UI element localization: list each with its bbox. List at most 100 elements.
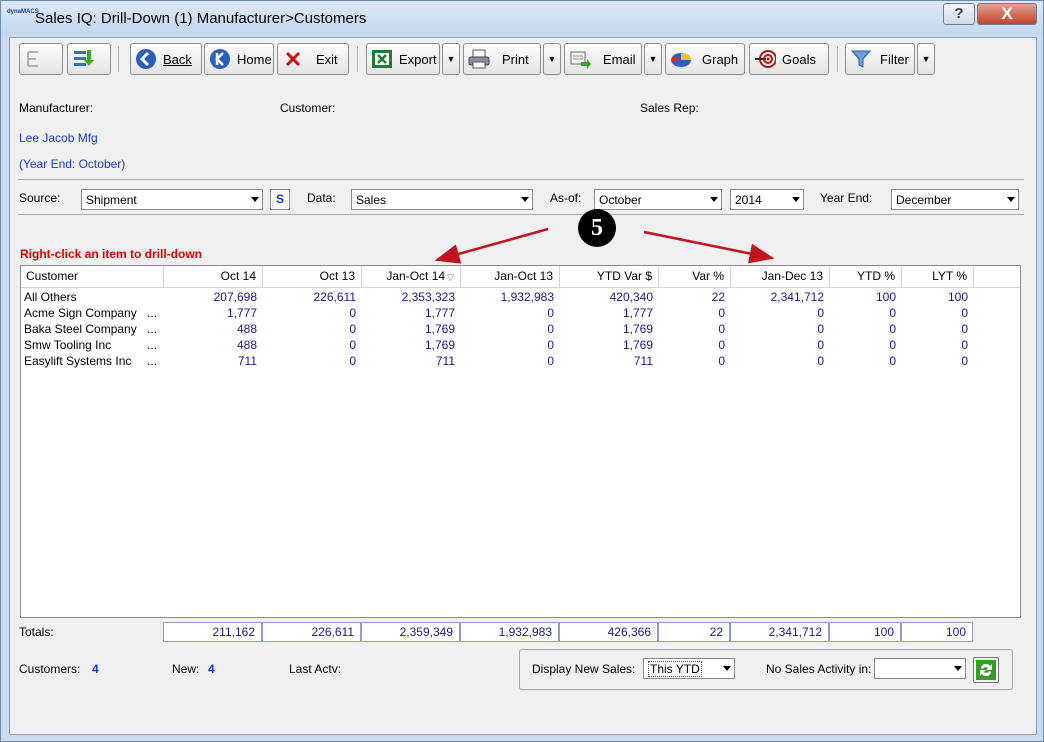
excel-icon	[371, 48, 393, 70]
value-cell: 1,777	[622, 306, 653, 320]
value-cell: 488	[236, 338, 257, 352]
refresh-button[interactable]	[973, 657, 999, 683]
s-button[interactable]: S	[270, 189, 290, 210]
chevron-down-icon	[251, 197, 259, 202]
col-header-jan-oct-14-text: Jan-Oct 14	[386, 269, 446, 283]
total-cell: 22	[658, 622, 730, 642]
value-cell: 2,353,323	[401, 290, 455, 304]
drill-down-icon	[72, 48, 94, 70]
col-header-jan-oct-13[interactable]: Jan-Oct 13	[461, 266, 560, 287]
email-dropdown[interactable]: ▼	[644, 43, 662, 75]
divider	[18, 214, 1024, 215]
col-header-ytd-var[interactable]: YTD Var $	[560, 266, 659, 287]
data-select[interactable]: Sales	[351, 189, 533, 210]
close-window-button[interactable]: X	[977, 3, 1037, 25]
email-icon	[569, 48, 591, 70]
grid-header: Customer Oct 14 Oct 13 Jan-Oct 14 ▽ Jan-O…	[21, 266, 1020, 288]
col-header-customer[interactable]: Customer	[21, 266, 164, 287]
graph-button[interactable]: Graph	[665, 43, 745, 75]
value-cell: 0	[817, 338, 824, 352]
total-cell: 100	[901, 622, 973, 642]
col-header-oct13[interactable]: Oct 13	[263, 266, 362, 287]
customer-name-cell: Smw Tooling Inc	[24, 338, 112, 352]
col-header-jan-dec-13[interactable]: Jan-Dec 13	[731, 266, 830, 287]
value-cell: 0	[961, 354, 968, 368]
help-button[interactable]: ?	[943, 3, 975, 25]
tree-icon	[24, 48, 46, 70]
refresh-icon	[976, 660, 996, 680]
toolbar: Back Home Exit Export ▼ Print ▼ Email ▼ …	[10, 38, 1036, 82]
funnel-icon	[850, 48, 872, 70]
filter-button[interactable]: Filter	[845, 43, 915, 75]
graph-label: Graph	[702, 51, 739, 67]
client-area: Back Home Exit Export ▼ Print ▼ Email ▼ …	[9, 37, 1037, 735]
value-cell: 1,769	[424, 322, 455, 336]
year-end-select[interactable]: December	[891, 189, 1019, 210]
back-button[interactable]: Back	[130, 43, 202, 75]
back-label: Back	[163, 51, 192, 67]
no-sales-activity-select[interactable]	[874, 658, 966, 679]
col-header-oct14[interactable]: Oct 14	[164, 266, 263, 287]
asof-year-select[interactable]: 2014	[730, 189, 804, 210]
last-actv-label: Last Actv:	[289, 662, 342, 676]
toolbar-separator	[357, 46, 358, 72]
print-dropdown[interactable]: ▼	[543, 43, 561, 75]
value-cell: 0	[889, 338, 896, 352]
customer-detail-ellipsis[interactable]: ...	[147, 305, 165, 321]
exit-label: Exit	[316, 51, 338, 67]
filter-dropdown[interactable]: ▼	[917, 43, 935, 75]
total-cell: 1,932,983	[460, 622, 559, 642]
sales-rep-label: Sales Rep:	[640, 101, 699, 115]
customer-detail-ellipsis[interactable]: ...	[147, 321, 165, 337]
customer-grid[interactable]: Customer Oct 14 Oct 13 Jan-Oct 14 ▽ Jan-O…	[20, 265, 1021, 618]
home-button[interactable]: Home	[204, 43, 274, 75]
col-header-lyt-pct[interactable]: LYT %	[902, 266, 974, 287]
new-count-value: 4	[208, 662, 215, 676]
sort-indicator-icon: ▽	[447, 272, 454, 282]
print-button[interactable]: Print	[463, 43, 541, 75]
table-row[interactable]: Smw Tooling Inc... 488 0 1,769 0 1,769 0 0 0 0	[21, 337, 1020, 353]
chevron-down-icon	[521, 197, 529, 202]
customer-name-cell: Baka Steel Company	[24, 322, 137, 336]
export-button[interactable]: Export	[366, 43, 440, 75]
total-cell: 100	[829, 622, 901, 642]
value-cell: 0	[547, 306, 554, 320]
total-cell: 2,341,712	[730, 622, 829, 642]
table-row[interactable]: Easylift Systems Inc... 711 0 711 0 711 0 0 0 0	[21, 353, 1020, 369]
asof-month-select[interactable]: October	[594, 189, 722, 210]
value-cell: 1,769	[622, 322, 653, 336]
total-cell: 226,611	[262, 622, 361, 642]
customer-detail-ellipsis[interactable]: ...	[147, 337, 165, 353]
exit-x-icon	[282, 48, 304, 70]
table-row[interactable]: Acme Sign Company... 1,777 0 1,777 0 1,777 0 0 0…	[21, 305, 1020, 321]
arrow-to-jan-dec-13	[643, 230, 775, 264]
customer-detail-ellipsis[interactable]: ...	[147, 353, 165, 369]
display-new-sales-label: Display New Sales:	[532, 662, 636, 676]
display-new-sales-select[interactable]: This YTD	[643, 658, 735, 679]
value-cell: 0	[961, 322, 968, 336]
email-button[interactable]: Email	[564, 43, 642, 75]
tree-view-button[interactable]	[19, 43, 63, 75]
year-end-value: December	[896, 193, 952, 207]
source-select[interactable]: Shipment	[81, 189, 263, 210]
col-header-ytd-pct[interactable]: YTD %	[830, 266, 902, 287]
goals-button[interactable]: Goals	[749, 43, 829, 75]
value-cell: 1,777	[424, 306, 455, 320]
drill-down-hint: Right-click an item to drill-down	[20, 247, 203, 261]
export-label: Export	[399, 51, 437, 67]
value-cell: 0	[817, 306, 824, 320]
col-header-jan-oct-14[interactable]: Jan-Oct 14 ▽	[362, 266, 461, 287]
total-cell: 211,162	[163, 622, 262, 642]
table-row[interactable]: All Others 207,698 226,611 2,353,323 1,932,9…	[21, 289, 1020, 305]
col-header-var-pct[interactable]: Var %	[659, 266, 731, 287]
drill-down-button[interactable]	[67, 43, 111, 75]
export-dropdown[interactable]: ▼	[442, 43, 460, 75]
year-end-label: Year End:	[820, 191, 873, 205]
value-cell: 0	[718, 354, 725, 368]
new-count-label: New:	[172, 662, 200, 676]
asof-year-value: 2014	[735, 193, 762, 207]
title-bar: dynaMACS Sales IQ: Drill-Down (1) Manufa…	[1, 1, 1043, 35]
table-row[interactable]: Baka Steel Company... 488 0 1,769 0 1,769 0 0 0 0	[21, 321, 1020, 337]
value-cell: 2,341,712	[770, 290, 824, 304]
exit-button[interactable]: Exit	[277, 43, 349, 75]
